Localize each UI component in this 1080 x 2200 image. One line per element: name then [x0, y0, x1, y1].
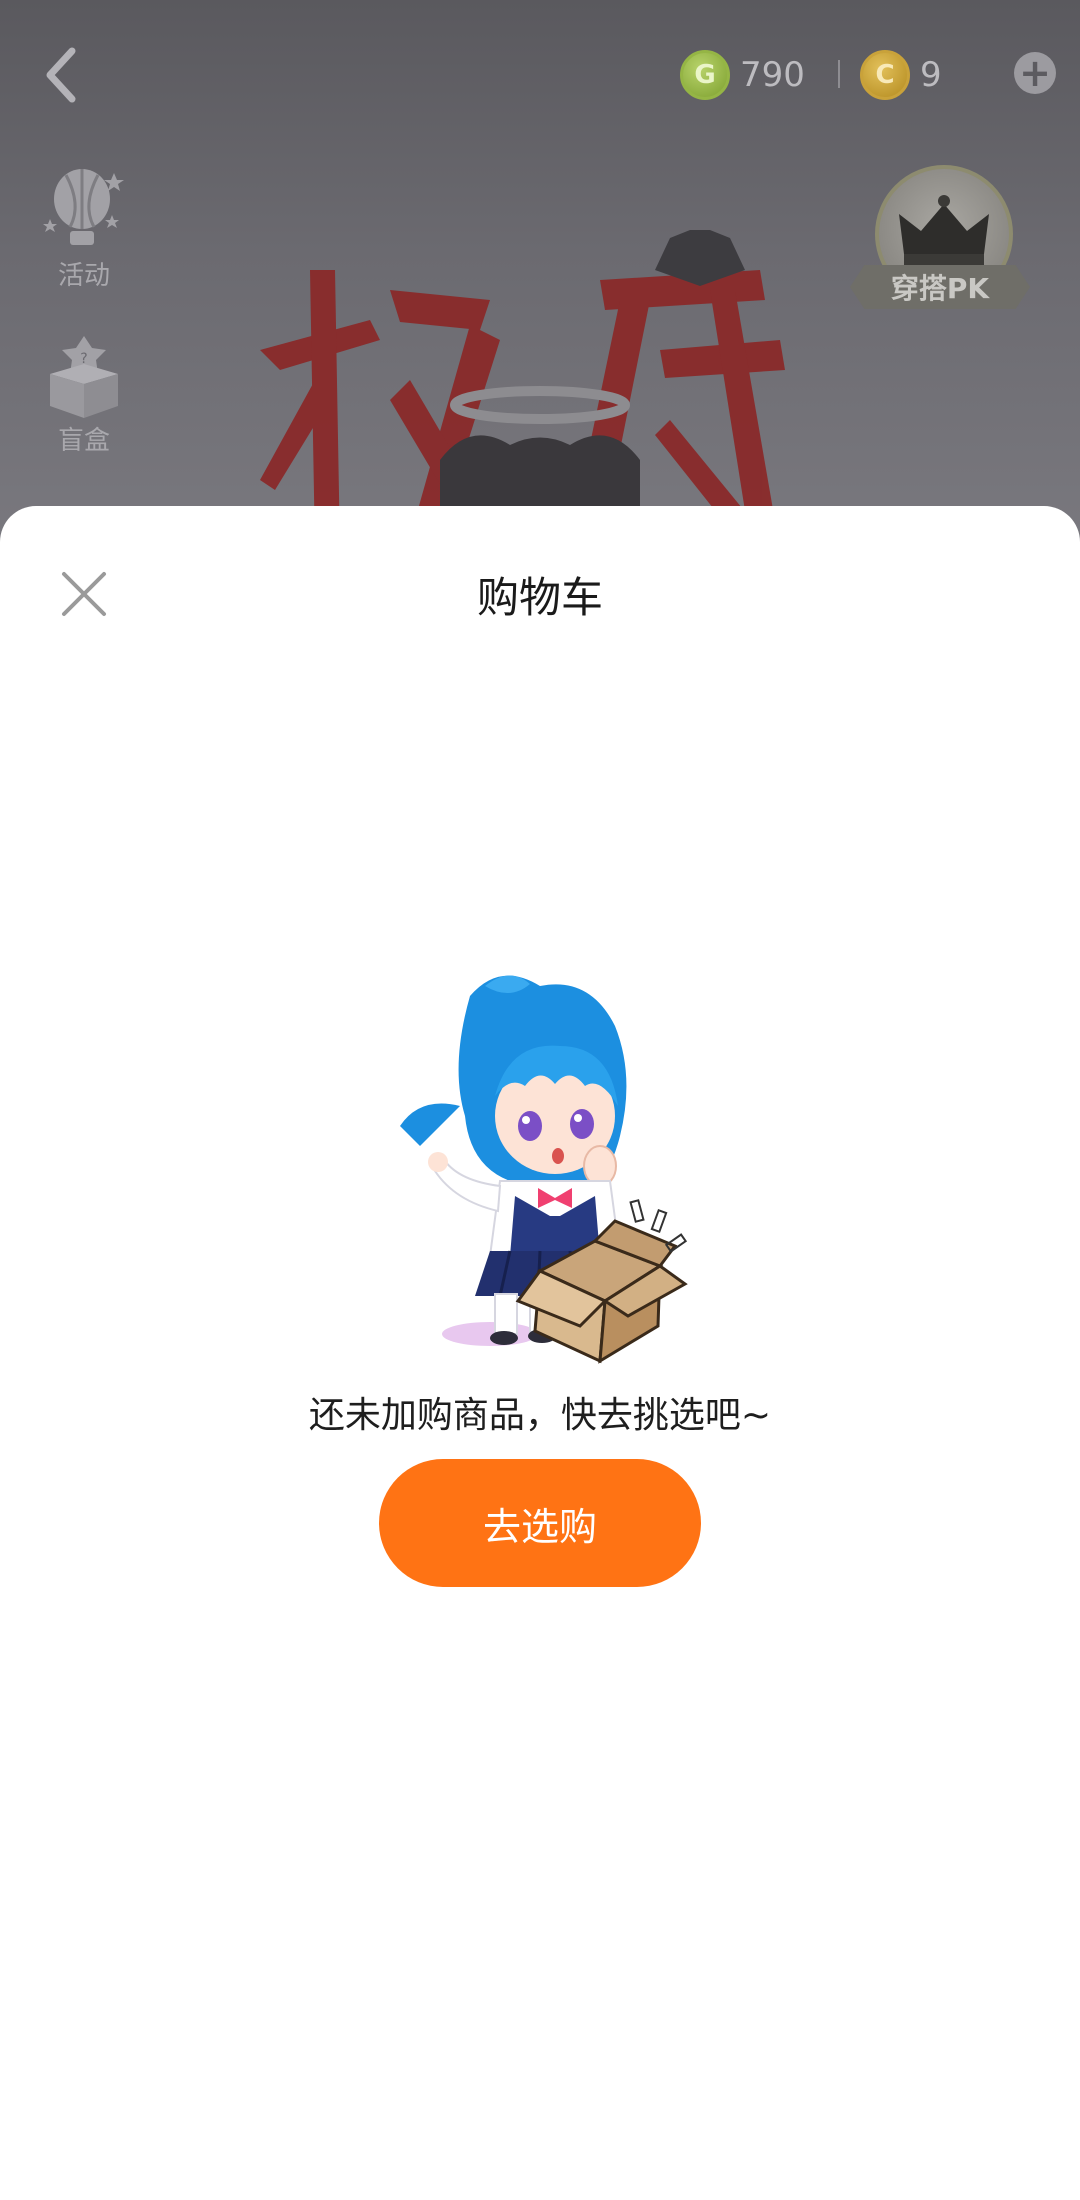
girl-with-empty-box-illustration — [400, 975, 688, 1364]
empty-cart-message: 还未加购商品，快去挑选吧~ — [308, 1395, 772, 1436]
g-coin-icon: G — [680, 50, 730, 100]
g-coin-amount: 790 — [740, 55, 805, 95]
background-scene: G 790 C 9 + 活动 ? 盲盒 穿搭PK — [0, 0, 1080, 560]
screen: G 790 C 9 + 活动 ? 盲盒 穿搭PK 购物车 还未加购商品，快去挑选… — [0, 0, 1080, 2200]
chevron-left-icon — [46, 47, 76, 103]
back-button[interactable] — [30, 40, 90, 110]
go-shopping-button[interactable]: 去选购 — [379, 1459, 701, 1587]
side-item-label: 盲盒 — [57, 426, 110, 456]
pk-badge-label: 穿搭PK — [850, 265, 1030, 309]
blind-box-icon: ? — [50, 336, 118, 418]
add-currency-button[interactable]: + — [1014, 52, 1056, 94]
g-coin-balance[interactable]: G 790 — [680, 50, 805, 100]
side-item-activity[interactable]: 活动 — [38, 165, 130, 292]
currency-divider — [838, 60, 840, 88]
c-coin-amount: 9 — [920, 55, 942, 95]
side-item-label: 活动 — [57, 261, 110, 291]
go-shopping-label: 去选购 — [482, 1504, 597, 1549]
cart-sheet: 购物车 还未加购商品，快去挑选吧~ 去选购 — [0, 506, 1080, 2200]
c-coin-balance[interactable]: C 9 — [860, 50, 942, 100]
hot-air-balloon-icon — [43, 169, 124, 245]
c-coin-icon: C — [860, 50, 910, 100]
outfit-pk-badge[interactable]: 穿搭PK — [850, 165, 1040, 315]
sheet-title: 购物车 — [476, 573, 603, 622]
side-item-blind-box[interactable]: ? 盲盒 — [38, 330, 130, 457]
plus-icon: + — [1019, 51, 1051, 95]
